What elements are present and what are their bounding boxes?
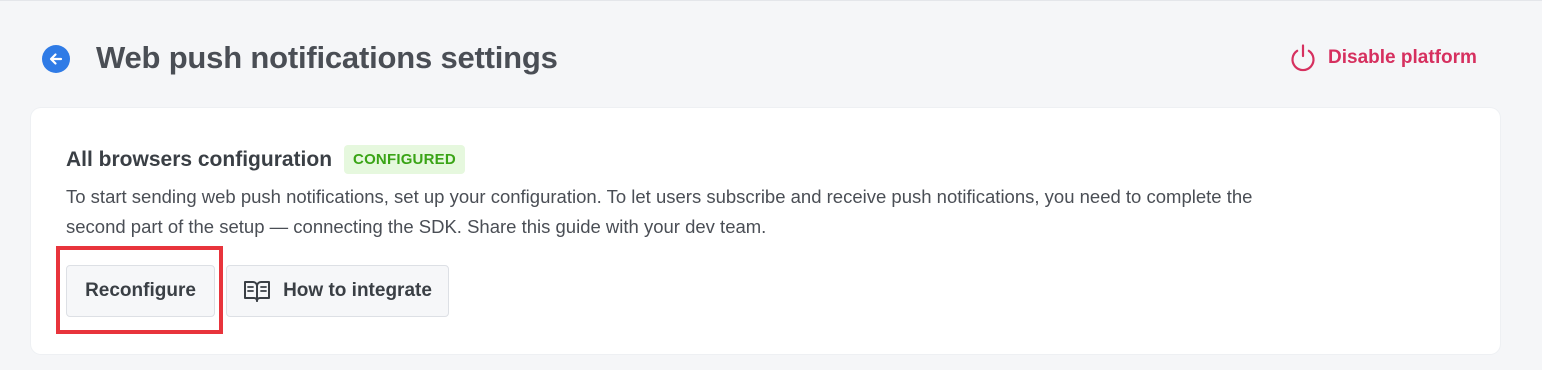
configuration-card: All browsers configuration CONFIGURED To… <box>31 108 1500 354</box>
power-icon <box>1291 44 1315 72</box>
disable-platform-label: Disable platform <box>1328 47 1477 68</box>
description-line-1: To start sending web push notifications,… <box>66 186 1253 207</box>
disable-platform-button[interactable]: Disable platform <box>1288 42 1477 74</box>
how-to-integrate-button[interactable]: How to integrate <box>226 265 449 317</box>
description-text: To start sending web push notifications,… <box>66 182 1466 242</box>
status-badge: CONFIGURED <box>344 145 465 174</box>
book-open-icon <box>244 281 271 302</box>
page-header: Web push notifications settings Disable … <box>0 0 1542 108</box>
page-title: Web push notifications settings <box>96 40 558 75</box>
back-button[interactable] <box>42 45 70 73</box>
section-title: All browsers configuration <box>66 147 333 171</box>
arrow-left-icon <box>49 53 63 65</box>
section-header: All browsers configuration CONFIGURED <box>66 145 465 174</box>
description-line-2: second part of the setup — connecting th… <box>66 216 767 237</box>
how-to-integrate-label: How to integrate <box>283 280 432 301</box>
reconfigure-label: Reconfigure <box>85 280 196 301</box>
reconfigure-button[interactable]: Reconfigure <box>66 265 215 317</box>
